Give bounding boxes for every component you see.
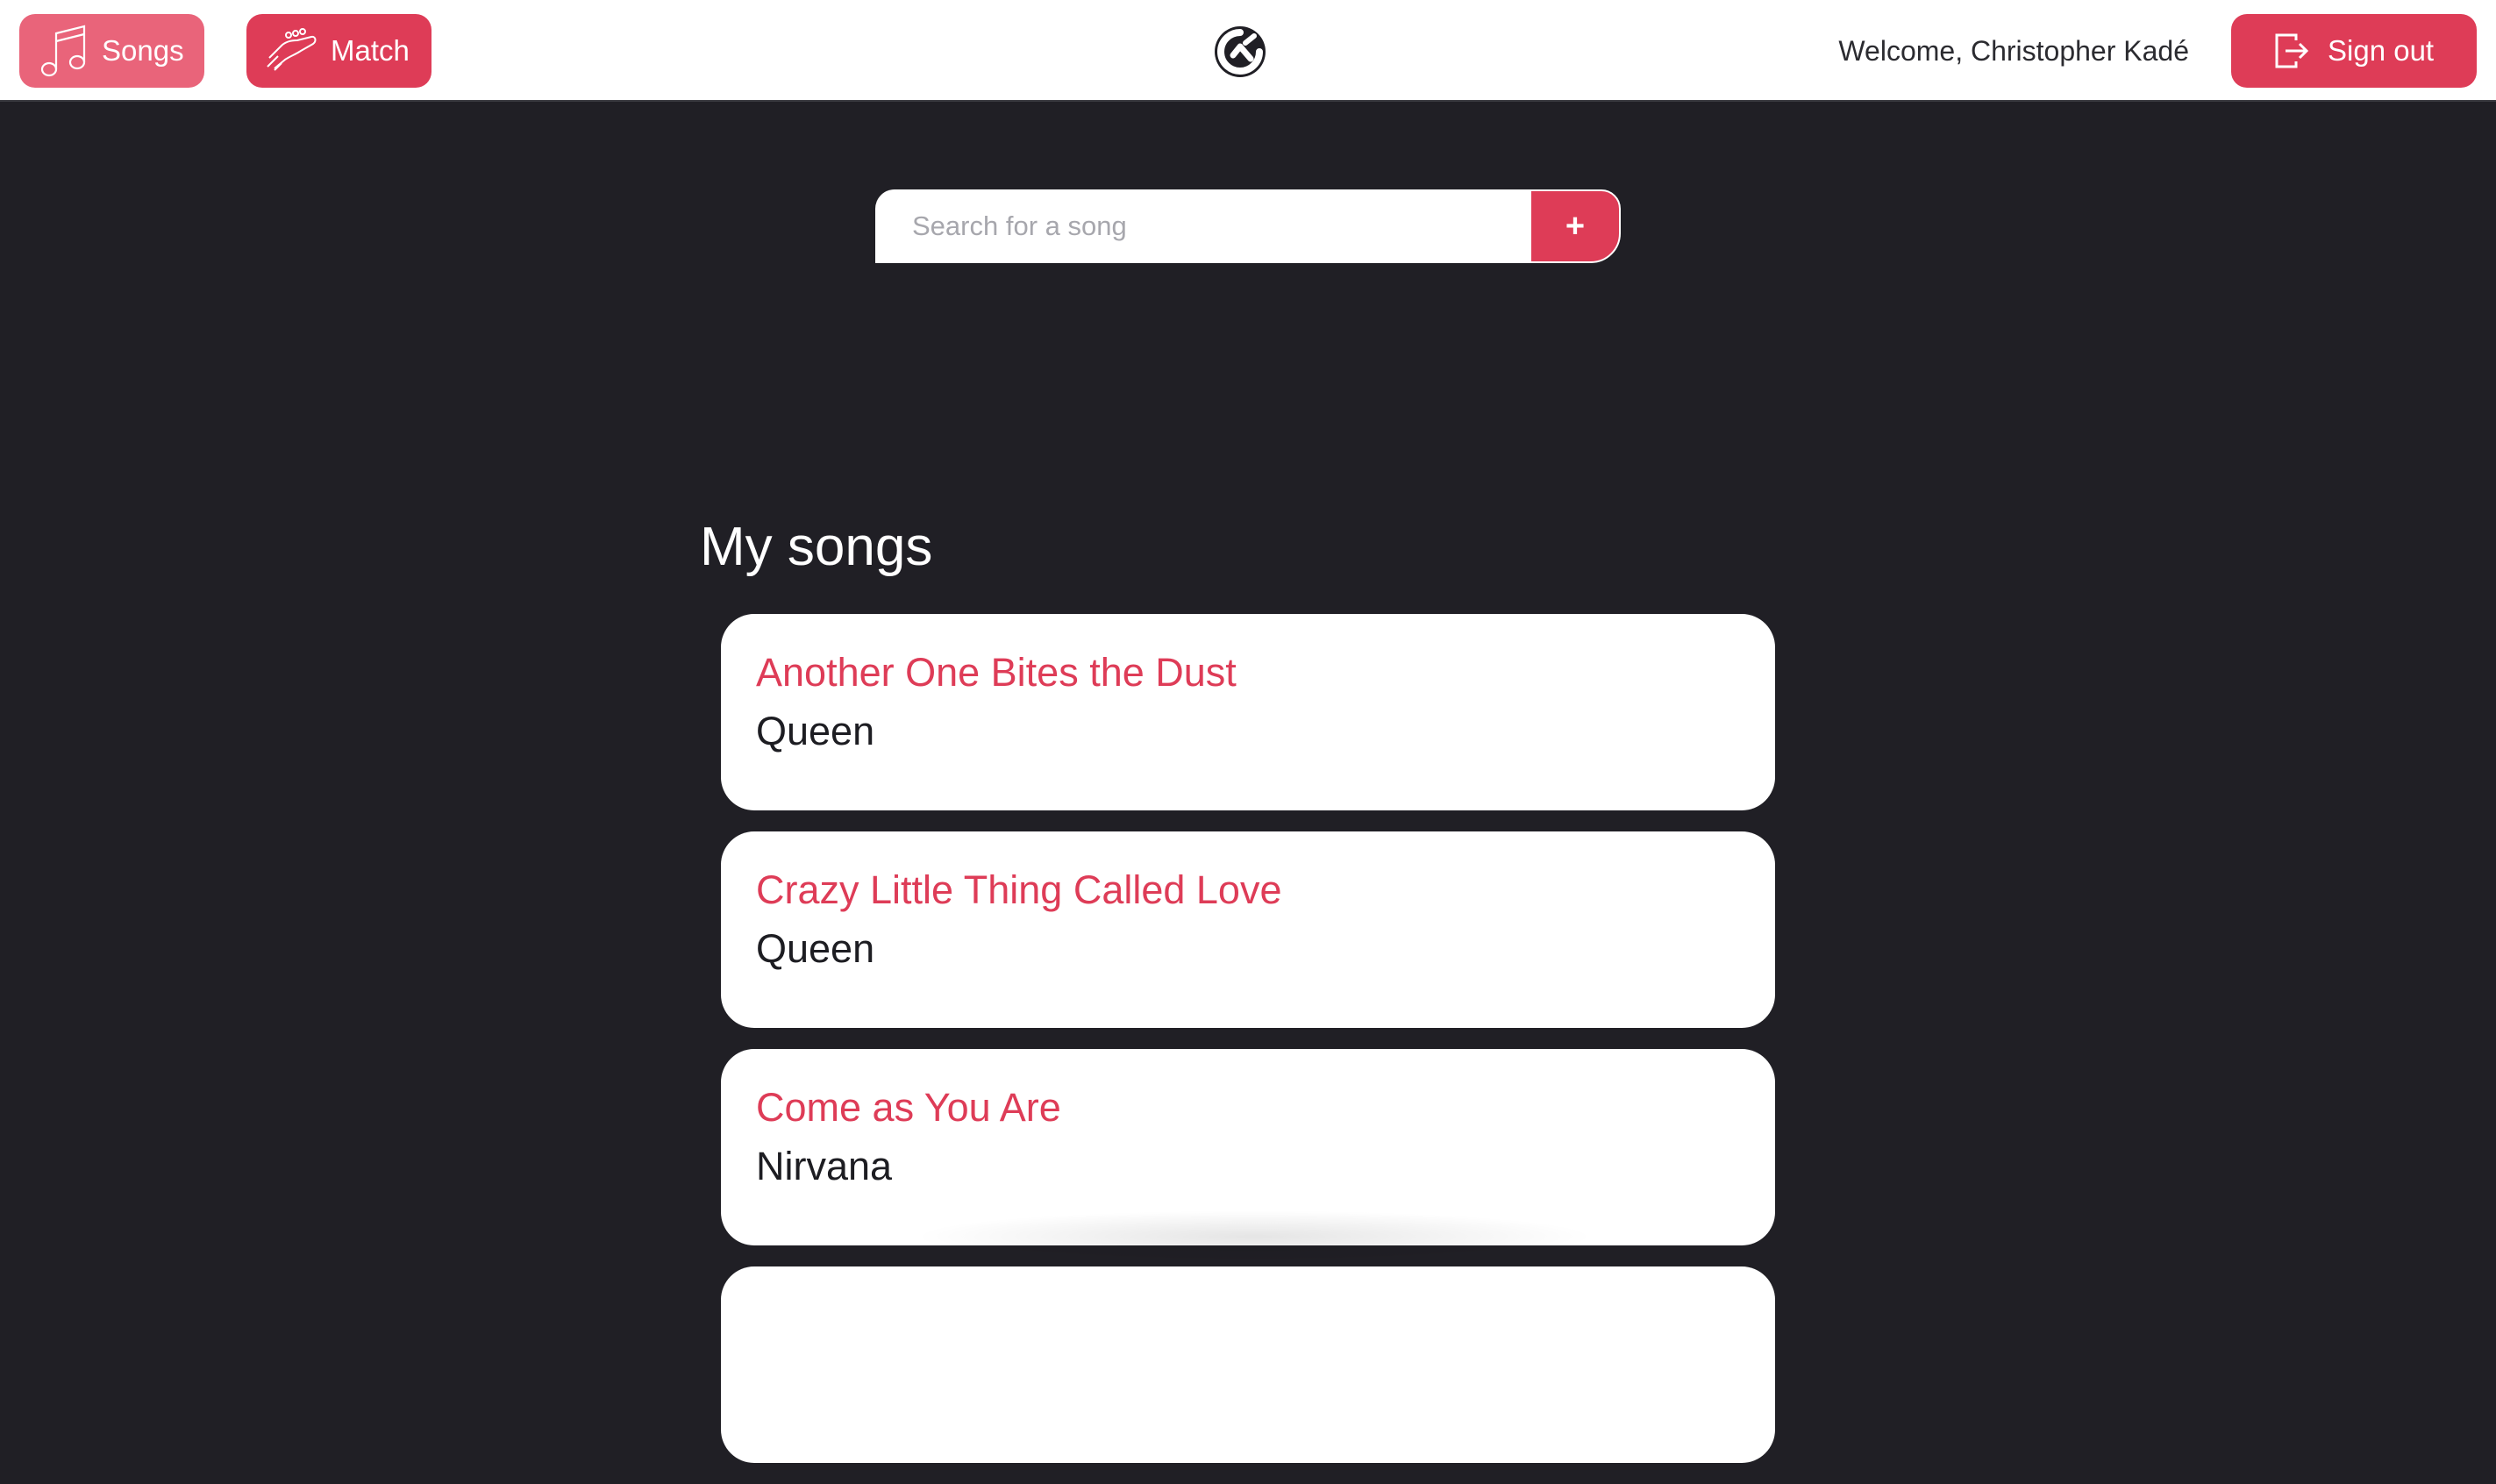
add-song-button[interactable]: + [1530,189,1621,263]
song-title: Another One Bites the Dust [756,650,1237,695]
song-card[interactable]: Come as You Are Nirvana [721,1049,1775,1245]
song-card[interactable]: Another One Bites the Dust Queen [721,614,1775,810]
song-list: Another One Bites the Dust Queen Crazy L… [721,614,1775,1484]
sign-out-label: Sign out [2328,34,2435,67]
songs-nav-label: Songs [102,34,184,67]
songs-nav-button[interactable]: Songs [19,14,204,88]
song-card[interactable] [721,1266,1775,1463]
top-navigation-bar: Songs Match Welcome, Christopher Kadé Si… [0,0,2496,102]
song-search-input[interactable] [875,189,1530,263]
song-title: Come as You Are [756,1085,1061,1130]
song-artist: Nirvana [756,1144,893,1188]
match-nav-label: Match [331,34,410,67]
welcome-message: Welcome, Christopher Kadé [1838,34,2189,67]
sign-out-icon [2273,32,2312,70]
song-search-bar: + [875,189,1621,263]
sign-out-button[interactable]: Sign out [2231,14,2477,88]
music-note-icon [39,23,91,79]
app-logo-icon[interactable] [1214,25,1266,78]
song-card[interactable]: Crazy Little Thing Called Love Queen [721,831,1775,1028]
song-artist: Queen [756,709,875,753]
song-title: Crazy Little Thing Called Love [756,867,1282,912]
guitar-headstock-icon [266,28,318,74]
match-nav-button[interactable]: Match [246,14,431,88]
song-artist: Queen [756,926,875,971]
my-songs-heading: My songs [700,517,933,577]
